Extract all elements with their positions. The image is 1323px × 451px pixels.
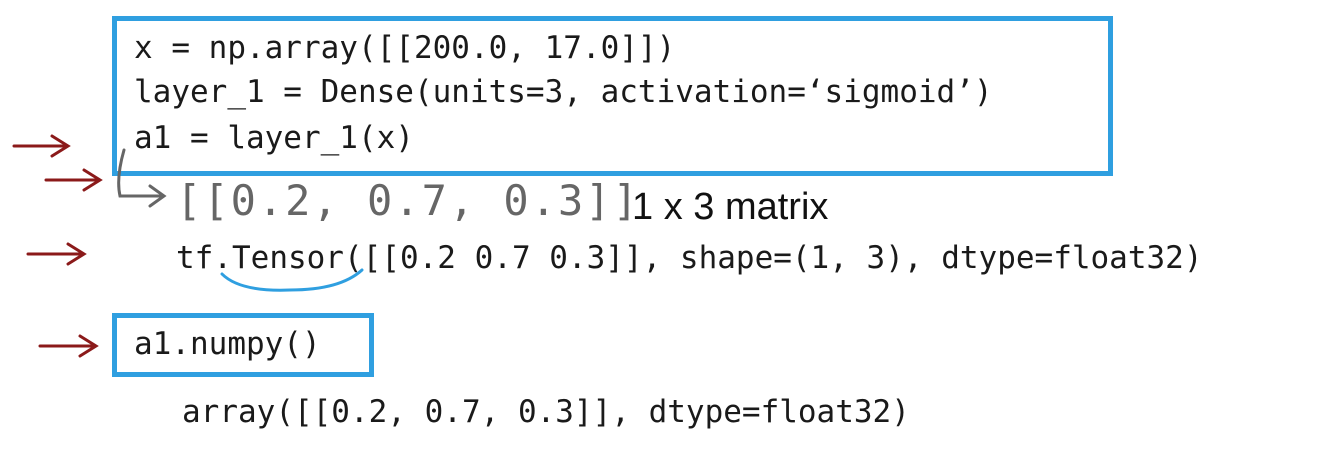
tensor-underline xyxy=(220,268,364,292)
annotation-overlay xyxy=(12,134,364,358)
arrow-icon-output xyxy=(44,168,103,192)
arrow-icon-tensor xyxy=(26,242,87,266)
arrow-icon-line3 xyxy=(12,134,71,158)
hook-arrow-icon xyxy=(117,148,167,208)
arrow-icon-numpy xyxy=(38,334,99,358)
